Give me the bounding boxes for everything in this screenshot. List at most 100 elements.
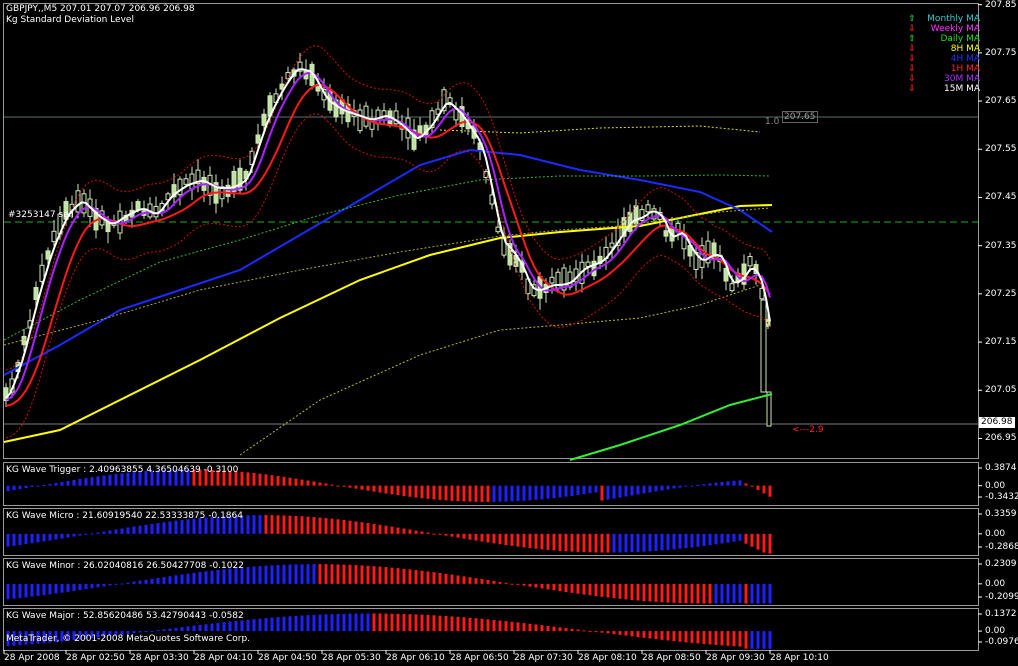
histogram-bar [648, 533, 652, 552]
trend-arrow-icon: ⇧ [908, 14, 916, 24]
histogram-bar [282, 515, 286, 534]
histogram-bar [402, 528, 406, 534]
histogram-bar [156, 577, 160, 584]
histogram-bar [630, 631, 634, 637]
legend-label: Weekly MA [930, 24, 980, 34]
candle-body [45, 250, 51, 260]
subwindow-tick-label: 0.00 [985, 528, 1006, 539]
histogram-bar [444, 573, 448, 584]
histogram-bar [84, 583, 88, 590]
histogram-bar [300, 564, 304, 584]
histogram-bar [234, 620, 238, 632]
price-tick-label: 207.15 [985, 337, 1017, 348]
histogram-bar [456, 485, 460, 502]
histogram-bar [702, 631, 706, 644]
histogram-bar [258, 618, 262, 632]
time-tick-label: 28 Apr 04:50 [258, 653, 317, 663]
histogram-bar [708, 483, 712, 486]
histogram-bar [450, 533, 454, 537]
histogram-bar [60, 533, 64, 539]
histogram-bar [714, 583, 718, 604]
price-tick-label: 207.65 [985, 96, 1017, 107]
histogram-bar [462, 533, 466, 539]
histogram-bar [654, 485, 658, 492]
histogram-bar [594, 631, 598, 633]
histogram-bar [264, 474, 268, 486]
histogram-bar [468, 577, 472, 584]
histogram-bar [684, 485, 688, 487]
trend-arrow-icon: ⇧ [908, 34, 916, 44]
histogram-bar [624, 533, 628, 553]
histogram-bar [378, 524, 382, 534]
histogram-bar [522, 533, 526, 548]
histogram-bar [252, 515, 256, 534]
histogram-bar [630, 485, 634, 496]
histogram-bar [606, 583, 610, 598]
price-tick-label: 207.75 [985, 47, 1017, 58]
histogram-bar [420, 485, 424, 499]
histogram-bar [66, 533, 70, 538]
histogram-bar [714, 533, 718, 545]
histogram-bar [726, 631, 730, 646]
trend-arrow-icon: ⇩ [908, 74, 916, 84]
histogram-bar [264, 618, 268, 632]
histogram-bar [696, 484, 700, 486]
histogram-bar [384, 525, 388, 534]
histogram-bar [144, 579, 148, 584]
histogram-bar [504, 533, 508, 546]
histogram-bar [600, 533, 604, 553]
histogram-bar [204, 624, 208, 632]
histogram-bar [336, 485, 340, 487]
histogram-bar [126, 527, 130, 534]
histogram-bar [162, 629, 166, 632]
histogram-bar [666, 533, 670, 550]
histogram-bar [708, 583, 712, 604]
histogram-bar [618, 533, 622, 553]
price-tick-label: 207.45 [985, 192, 1017, 203]
histogram-bar [618, 631, 622, 635]
histogram-bar [762, 485, 766, 494]
histogram-bar [456, 575, 460, 584]
histogram-bar [24, 533, 28, 545]
histogram-bar [18, 583, 22, 599]
histogram-bar [462, 617, 466, 632]
histogram-bar [324, 518, 328, 534]
histogram-bar [510, 533, 514, 546]
histogram-bar [18, 533, 22, 545]
histogram-bar [384, 613, 388, 632]
histogram-bar [318, 614, 322, 632]
histogram-bar [24, 583, 28, 598]
histogram-bar [612, 533, 616, 553]
histogram-bar [342, 485, 346, 487]
histogram-bar [426, 614, 430, 632]
histogram-bar [678, 631, 682, 642]
histogram-bar [696, 583, 700, 604]
histogram-bar [294, 515, 298, 534]
histogram-bar [270, 617, 274, 632]
histogram-bar [348, 613, 352, 632]
histogram-bar [744, 483, 748, 486]
time-tick-label: 28 Apr 06:10 [386, 653, 445, 663]
histogram-bar [282, 616, 286, 632]
histogram-bar [312, 564, 316, 584]
histogram-bar [78, 533, 82, 536]
subwindow-tick-label: 0.3359 [985, 509, 1017, 519]
histogram-bar [288, 515, 292, 534]
histogram-bar [558, 533, 562, 551]
histogram-bar [672, 485, 676, 489]
candle-body [153, 205, 159, 218]
histogram-bar [690, 631, 694, 643]
histogram-bar [660, 583, 664, 603]
histogram-bar [606, 533, 610, 553]
order-label: #3253147 sell [8, 210, 74, 220]
histogram-bar [174, 627, 178, 632]
histogram-bar [390, 613, 394, 632]
histogram-bar [612, 485, 616, 499]
histogram-bar [414, 570, 418, 584]
histogram-bar [510, 621, 514, 632]
candle-body [225, 184, 231, 197]
histogram-bar [534, 533, 538, 549]
histogram-bar [300, 516, 304, 534]
legend-label: 4H MA [950, 54, 980, 64]
histogram-bar [354, 521, 358, 534]
